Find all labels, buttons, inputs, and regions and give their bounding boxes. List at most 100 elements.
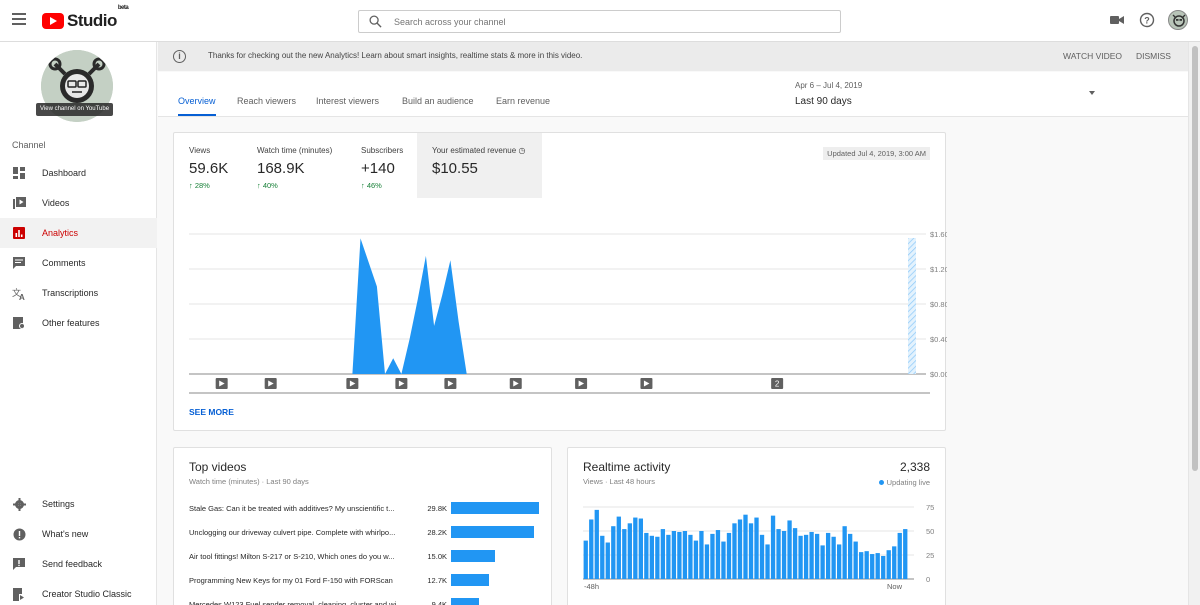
top-video-row[interactable]: Mercedes W123 Fuel sender removal, clean… xyxy=(189,598,549,605)
date-range-dropdown-icon[interactable] xyxy=(1089,91,1095,95)
rt-bar[interactable] xyxy=(616,516,621,579)
metric-estimated-revenue[interactable]: Your estimated revenue ◷ $10.55 xyxy=(417,133,542,198)
sidebar-item-other-features[interactable]: Other features xyxy=(0,308,157,338)
studio-logo[interactable]: Studiobeta xyxy=(42,5,129,31)
tab-build-an-audience[interactable]: Build an audience xyxy=(402,96,474,114)
rt-bar[interactable] xyxy=(600,535,605,579)
rt-bar[interactable] xyxy=(732,523,737,579)
sidebar-item-send-feedback[interactable]: Send feedback xyxy=(0,549,157,579)
rt-bar[interactable] xyxy=(848,533,853,579)
video-title[interactable]: Programming New Keys for my 01 Ford F-15… xyxy=(189,576,414,585)
rt-bar[interactable] xyxy=(655,536,660,579)
sidebar-item-transcriptions[interactable]: 文A Transcriptions xyxy=(0,278,157,308)
rt-bar[interactable] xyxy=(605,542,610,579)
rt-bar[interactable] xyxy=(853,541,858,579)
rt-bar[interactable] xyxy=(864,551,869,579)
account-avatar[interactable] xyxy=(1168,10,1188,30)
rt-bar[interactable] xyxy=(737,519,743,579)
rt-bar[interactable] xyxy=(721,541,726,579)
rt-bar[interactable] xyxy=(583,540,588,579)
rt-bar[interactable] xyxy=(649,535,655,579)
rt-bar[interactable] xyxy=(666,534,671,579)
rt-bar[interactable] xyxy=(842,526,847,579)
rt-bar[interactable] xyxy=(594,509,599,579)
rt-bar[interactable] xyxy=(903,529,908,579)
rt-bar[interactable] xyxy=(875,553,880,579)
rt-bar[interactable] xyxy=(710,533,715,579)
rt-bar[interactable] xyxy=(715,530,721,579)
page-scrollbar[interactable] xyxy=(1188,42,1200,605)
search-input[interactable] xyxy=(394,14,824,30)
rt-bar[interactable] xyxy=(870,554,875,579)
top-video-row[interactable]: Unclogging our driveway culvert pipe. Co… xyxy=(189,526,549,540)
rt-bar[interactable] xyxy=(611,526,616,579)
view-channel-button[interactable]: View channel on YouTube xyxy=(36,103,114,116)
metric-watch-time[interactable]: Watch time (minutes) 168.9K ↑ 40% xyxy=(257,133,347,198)
sidebar-item-dashboard[interactable]: Dashboard xyxy=(0,158,157,188)
rt-bar[interactable] xyxy=(754,517,759,579)
rt-bar[interactable] xyxy=(677,531,682,579)
see-more-button[interactable]: SEE MORE xyxy=(189,407,234,417)
top-video-row[interactable]: Programming New Keys for my 01 Ford F-15… xyxy=(189,574,549,588)
rt-bar[interactable] xyxy=(820,545,825,579)
sidebar-item-settings[interactable]: Settings xyxy=(0,489,157,519)
rt-bar[interactable] xyxy=(770,515,776,579)
dismiss-button[interactable]: DISMISS xyxy=(1136,51,1171,61)
rt-bar[interactable] xyxy=(688,534,693,579)
date-range-picker[interactable]: Apr 6 – Jul 4, 2019 Last 90 days xyxy=(795,81,862,107)
rt-bar[interactable] xyxy=(622,529,627,579)
rt-bar[interactable] xyxy=(859,552,864,579)
rt-bar[interactable] xyxy=(759,534,765,579)
help-icon[interactable]: ? xyxy=(1138,11,1156,29)
scrollbar-thumb[interactable] xyxy=(1192,46,1198,471)
rt-bar[interactable] xyxy=(671,531,677,579)
create-video-icon[interactable] xyxy=(1108,11,1126,29)
rt-bar[interactable] xyxy=(627,523,632,579)
sidebar-item-creator-studio-classic[interactable]: Creator Studio Classic xyxy=(0,579,157,605)
tab-reach-viewers[interactable]: Reach viewers xyxy=(237,96,296,114)
rt-bar[interactable] xyxy=(886,550,891,579)
rt-bar[interactable] xyxy=(644,532,649,579)
video-title[interactable]: Stale Gas: Can it be treated with additi… xyxy=(189,504,414,513)
rt-bar[interactable] xyxy=(743,514,748,579)
rt-bar[interactable] xyxy=(589,519,594,579)
tab-earn-revenue[interactable]: Earn revenue xyxy=(496,96,550,114)
metric-views[interactable]: Views 59.6K ↑ 28% xyxy=(189,133,249,198)
sidebar-item-analytics[interactable]: Analytics xyxy=(0,218,157,248)
rt-bar[interactable] xyxy=(781,531,787,579)
top-video-row[interactable]: Stale Gas: Can it be treated with additi… xyxy=(189,502,549,516)
rt-bar[interactable] xyxy=(682,531,688,579)
watch-video-button[interactable]: WATCH VIDEO xyxy=(1063,51,1122,61)
rt-bar[interactable] xyxy=(803,534,809,579)
rt-bar[interactable] xyxy=(881,555,886,579)
video-title[interactable]: Air tool fittings! Milton S-217 or S-210… xyxy=(189,552,414,561)
rt-bar[interactable] xyxy=(809,531,814,579)
rt-bar[interactable] xyxy=(892,546,897,579)
rt-bar[interactable] xyxy=(814,533,820,579)
rt-bar[interactable] xyxy=(787,520,792,579)
rt-bar[interactable] xyxy=(726,532,732,579)
rt-bar[interactable] xyxy=(792,528,798,579)
video-title[interactable]: Unclogging our driveway culvert pipe. Co… xyxy=(189,528,414,537)
hamburger-menu-icon[interactable] xyxy=(12,13,26,25)
rt-bar[interactable] xyxy=(798,535,803,579)
sidebar-item-comments[interactable]: Comments xyxy=(0,248,157,278)
rt-bar[interactable] xyxy=(633,517,638,579)
rt-bar[interactable] xyxy=(776,529,781,579)
tab-interest-viewers[interactable]: Interest viewers xyxy=(316,96,379,114)
rt-bar[interactable] xyxy=(638,518,643,579)
rt-bar[interactable] xyxy=(748,523,754,579)
top-video-row[interactable]: Air tool fittings! Milton S-217 or S-210… xyxy=(189,550,549,564)
rt-bar[interactable] xyxy=(897,532,902,579)
rt-bar[interactable] xyxy=(660,529,666,579)
rt-bar[interactable] xyxy=(765,544,770,579)
tab-overview[interactable]: Overview xyxy=(178,96,216,116)
sidebar-item-whats-new[interactable]: What's new xyxy=(0,519,157,549)
rt-bar[interactable] xyxy=(693,540,699,579)
rt-bar[interactable] xyxy=(825,532,831,579)
rt-bar[interactable] xyxy=(704,544,710,579)
video-title[interactable]: Mercedes W123 Fuel sender removal, clean… xyxy=(189,600,414,605)
sidebar-item-videos[interactable]: Videos xyxy=(0,188,157,218)
rt-bar[interactable] xyxy=(699,531,704,579)
rt-bar[interactable] xyxy=(831,536,836,579)
